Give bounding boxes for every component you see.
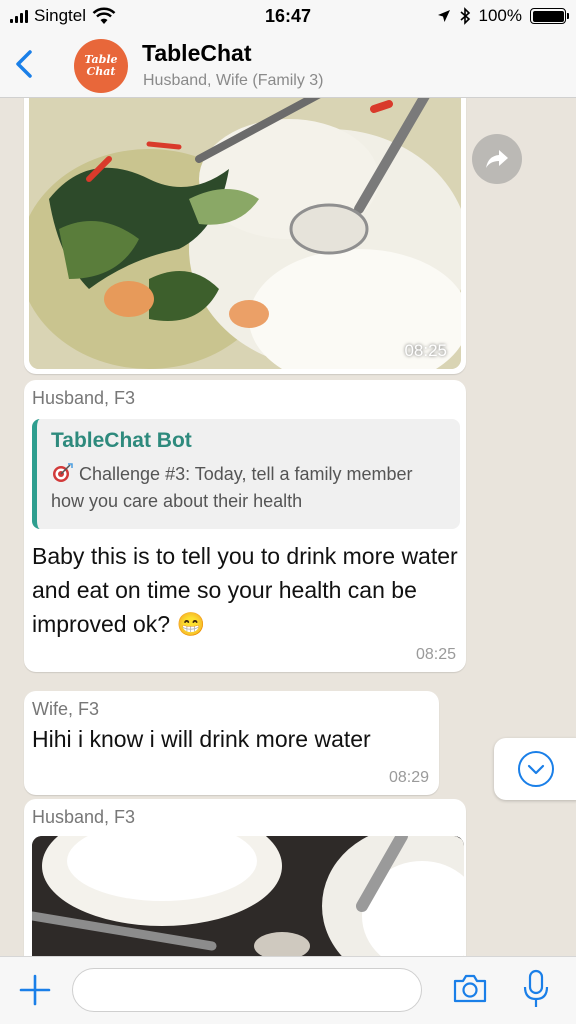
quoted-text: Challenge #3: Today, tell a family membe… bbox=[51, 464, 413, 511]
share-arrow-icon bbox=[486, 150, 508, 168]
quoted-text-row: Challenge #3: Today, tell a family membe… bbox=[51, 461, 448, 515]
message-bubble[interactable]: Husband, F3 TableChat Bot Challenge #3: … bbox=[24, 380, 466, 672]
photo-message[interactable]: Husband, F3 bbox=[24, 799, 466, 956]
battery-percent: 100% bbox=[478, 6, 522, 25]
food-photo-illustration bbox=[29, 98, 461, 369]
forward-button[interactable] bbox=[472, 134, 522, 184]
message-time: 08:25 bbox=[404, 341, 447, 360]
chat-title[interactable]: TableChat bbox=[142, 40, 251, 67]
target-icon bbox=[53, 463, 73, 482]
bluetooth-icon bbox=[459, 7, 470, 25]
chat-subtitle[interactable]: Husband, Wife (Family 3) bbox=[143, 72, 324, 90]
microphone-icon[interactable] bbox=[520, 969, 552, 1009]
avatar[interactable]: Table Chat bbox=[74, 39, 128, 93]
food-photo[interactable] bbox=[32, 836, 464, 956]
message-bubble[interactable]: Wife, F3 Hihi i know i will drink more w… bbox=[24, 691, 439, 795]
quoted-sender: TableChat Bot bbox=[51, 429, 192, 452]
chat-header: Table Chat TableChat Husband, Wife (Fami… bbox=[0, 32, 576, 98]
message-text: Baby this is to tell you to drink more w… bbox=[32, 543, 458, 637]
chat-area[interactable]: 08:25 Husband, F3 TableChat Bot Challeng… bbox=[0, 98, 576, 956]
message-input[interactable] bbox=[72, 968, 422, 1012]
plus-icon[interactable] bbox=[18, 973, 52, 1007]
avatar-text-line2: Chat bbox=[86, 65, 116, 78]
input-bar bbox=[0, 956, 576, 1024]
photo-message[interactable]: 08:25 bbox=[24, 98, 466, 374]
chevron-down-circle-icon bbox=[518, 751, 554, 787]
location-arrow-icon bbox=[437, 10, 450, 22]
food-photo-illustration bbox=[32, 836, 464, 956]
back-button[interactable] bbox=[10, 44, 40, 84]
message-time: 08:29 bbox=[388, 769, 429, 786]
camera-icon[interactable] bbox=[452, 971, 488, 1007]
battery-icon bbox=[530, 8, 569, 24]
message-sender: Husband, F3 bbox=[32, 388, 136, 408]
battery-fill bbox=[532, 10, 564, 22]
message-time: 08:25 bbox=[415, 646, 456, 663]
message-sender: Wife, F3 bbox=[32, 699, 100, 719]
message-text: Hihi i know i will drink more water bbox=[32, 726, 371, 752]
food-photo[interactable]: 08:25 bbox=[29, 98, 461, 369]
message-sender: Husband, F3 bbox=[32, 807, 136, 827]
quoted-message[interactable]: TableChat Bot Challenge #3: Today, tell … bbox=[32, 419, 460, 529]
scroll-to-bottom-button[interactable] bbox=[494, 738, 576, 800]
status-right: 100% bbox=[437, 6, 569, 26]
status-bar: Singtel 16:47 100% bbox=[0, 0, 576, 32]
